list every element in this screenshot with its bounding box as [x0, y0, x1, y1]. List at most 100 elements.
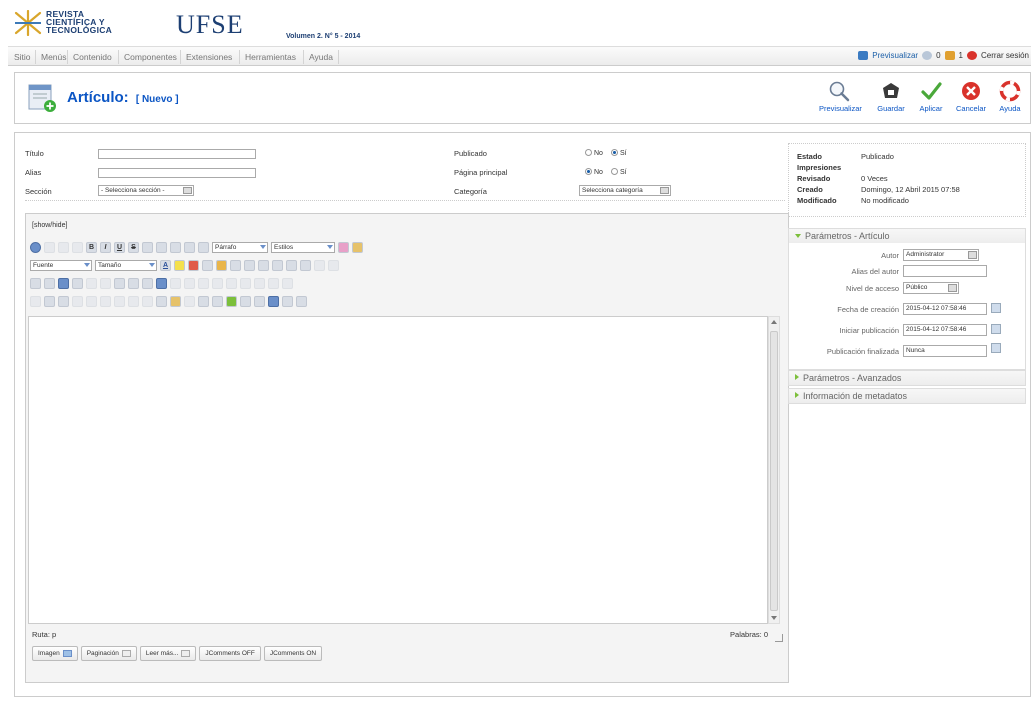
table-icon[interactable]	[170, 277, 181, 289]
logout-link[interactable]: Cerrar sesión	[981, 51, 1029, 60]
autor-select[interactable]: Administrator	[903, 249, 979, 261]
resize-grip-icon[interactable]	[775, 634, 783, 642]
merge-cells-icon[interactable]	[268, 277, 279, 289]
preview-doc-icon[interactable]	[254, 295, 265, 307]
users-count[interactable]: 1	[959, 51, 963, 60]
delete-row-icon[interactable]	[226, 277, 237, 289]
numbered-list-icon[interactable]	[272, 259, 283, 271]
readmore-button[interactable]: Leer más...	[139, 646, 197, 661]
template-icon[interactable]	[58, 295, 69, 307]
image-button[interactable]: Imagen	[32, 646, 78, 661]
scroll-up-icon[interactable]	[771, 320, 777, 324]
pagebreak-icon[interactable]	[212, 295, 223, 307]
subscript-icon[interactable]	[286, 259, 297, 271]
menu-herramientas[interactable]: Herramientas	[245, 52, 296, 62]
showhide-link[interactable]: [show/hide]	[32, 222, 67, 229]
messages-count[interactable]: 0	[936, 51, 940, 60]
published-no-radio[interactable]: No	[585, 149, 603, 157]
anchor-icon[interactable]	[86, 277, 97, 289]
copy-icon[interactable]	[202, 259, 213, 271]
font-select[interactable]: Fuente	[30, 259, 92, 271]
apply-button[interactable]: Aplicar	[911, 80, 951, 120]
emotions-icon[interactable]	[282, 295, 293, 307]
undo-icon[interactable]	[58, 241, 69, 253]
preview-button[interactable]: Previsualizar	[819, 80, 862, 120]
html-source-icon[interactable]	[268, 295, 279, 307]
scroll-thumb[interactable]	[770, 331, 778, 611]
paste-icon[interactable]	[216, 259, 227, 271]
menu-sitio[interactable]: Sitio	[14, 52, 31, 62]
preview-link[interactable]: Previsualizar	[872, 51, 918, 60]
new-document-icon[interactable]	[44, 241, 55, 253]
metadata-header[interactable]: Información de metadatos	[789, 389, 1025, 403]
help-icon[interactable]	[30, 241, 41, 253]
jcomments-on-button[interactable]: JComments ON	[263, 646, 323, 661]
menu-ayuda[interactable]: Ayuda	[309, 52, 333, 62]
align-left-icon[interactable]	[142, 241, 153, 253]
insert-date-icon[interactable]	[170, 295, 181, 307]
align-justify-icon[interactable]	[184, 241, 195, 253]
image-icon[interactable]	[100, 277, 111, 289]
alias-autor-input[interactable]	[903, 265, 987, 277]
cancel-button[interactable]: Cancelar	[951, 80, 991, 120]
bold-icon[interactable]: B	[86, 241, 97, 253]
nivel-select[interactable]: Público	[903, 282, 959, 294]
params-advanced-header[interactable]: Parámetros - Avanzados	[789, 371, 1025, 385]
brush-icon[interactable]	[338, 241, 349, 253]
strikethrough-icon[interactable]: S	[128, 241, 139, 253]
size-select[interactable]: Tamaño	[95, 259, 157, 271]
frontpage-no-radio[interactable]: No	[585, 168, 603, 176]
highlight-icon[interactable]	[174, 259, 185, 271]
insert-column-icon[interactable]	[240, 277, 251, 289]
split-cells-icon[interactable]	[282, 277, 293, 289]
paste-text-icon[interactable]	[230, 259, 241, 271]
jcomments-off-button[interactable]: JComments OFF	[199, 646, 261, 661]
scroll-down-icon[interactable]	[771, 616, 777, 620]
link-icon[interactable]	[58, 277, 69, 289]
menu-menus[interactable]: Menús	[41, 52, 67, 62]
section-select[interactable]: - Selecciona sección -	[98, 185, 194, 196]
frontpage-yes-radio[interactable]: Sí	[611, 168, 627, 176]
paragraph-marks-icon[interactable]	[44, 295, 55, 307]
fecha-creacion-input[interactable]: 2015-04-12 07:58:46	[903, 303, 987, 315]
align-center-icon[interactable]	[156, 241, 167, 253]
media-icon[interactable]	[156, 277, 167, 289]
save-button[interactable]: Guardar	[871, 80, 911, 120]
calendar-icon[interactable]	[991, 343, 1001, 353]
styles-select[interactable]: Estilos	[271, 241, 335, 253]
cell-props-icon[interactable]	[198, 277, 209, 289]
replace-icon[interactable]	[142, 277, 153, 289]
category-select[interactable]: Selecciona categoría	[579, 185, 671, 196]
iniciar-input[interactable]: 2015-04-12 07:58:46	[903, 324, 987, 336]
spellcheck-icon[interactable]	[226, 295, 237, 307]
calendar-icon[interactable]	[991, 303, 1001, 313]
print-icon[interactable]	[114, 277, 125, 289]
superscript-icon[interactable]	[300, 259, 311, 271]
cut-icon[interactable]	[188, 259, 199, 271]
readmore-icon[interactable]	[296, 295, 307, 307]
visual-aid-icon[interactable]	[30, 295, 41, 307]
editor-content-area[interactable]	[28, 316, 768, 624]
find-icon[interactable]	[128, 277, 139, 289]
unlink-icon[interactable]	[72, 277, 83, 289]
paste-word-icon[interactable]	[244, 259, 255, 271]
nonbreaking-icon[interactable]	[198, 295, 209, 307]
acronym-icon[interactable]	[142, 295, 153, 307]
pagination-button[interactable]: Paginación	[80, 646, 137, 661]
published-yes-radio[interactable]: Sí	[611, 149, 627, 157]
abbreviation-icon[interactable]	[128, 295, 139, 307]
cite-icon[interactable]	[114, 295, 125, 307]
title-input[interactable]	[98, 149, 256, 159]
align-right-icon[interactable]	[170, 241, 181, 253]
absolute-icon[interactable]	[86, 295, 97, 307]
delete-column-icon[interactable]	[254, 277, 265, 289]
format-select[interactable]: Párrafo	[212, 241, 268, 253]
bullet-list-icon[interactable]	[258, 259, 269, 271]
menu-componentes[interactable]: Componentes	[124, 52, 177, 62]
finalizada-input[interactable]: Nunca	[903, 345, 987, 357]
insert-time-icon[interactable]	[184, 295, 195, 307]
layer-icon[interactable]	[72, 295, 83, 307]
insert-row-icon[interactable]	[212, 277, 223, 289]
outdent-icon[interactable]	[30, 277, 41, 289]
row-props-icon[interactable]	[184, 277, 195, 289]
